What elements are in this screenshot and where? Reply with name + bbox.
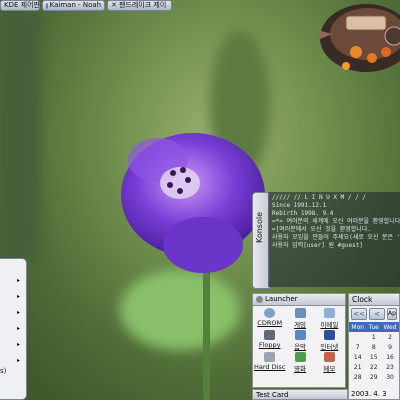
calendar-day[interactable]: 28: [349, 372, 366, 382]
calendar-day[interactable]: 1: [366, 332, 381, 342]
launcher-app-music[interactable]: 음악: [285, 330, 314, 351]
terminal-line: =*= 여러분의 세계에 오신 여러분을 환영합니다: [272, 218, 400, 225]
launcher-app-movie[interactable]: 영화: [285, 352, 314, 373]
taskbar: KDE 제어판 Kaiman - Noah ✕ 팬드레이크 제이: [0, 0, 172, 11]
launcher-titlebar[interactable]: Launcher: [253, 294, 345, 306]
launcher-panel: Launcher CDROM 게임 이메일 Floppy 음악 인터넷 Hard…: [252, 293, 346, 388]
taskbar-item-kaiman[interactable]: Kaiman - Noah: [42, 0, 106, 11]
calendar-day[interactable]: 21: [349, 362, 366, 372]
calendar-day[interactable]: 2: [381, 332, 399, 342]
weekday-header: Tue: [366, 322, 382, 332]
calendar-day[interactable]: 15: [366, 352, 381, 362]
calendar-day[interactable]: 29: [366, 372, 381, 382]
app-label: 음악: [294, 343, 307, 351]
test-card-panel[interactable]: Test Card: [252, 389, 348, 400]
clock-panel: Clock << < Ap Mon Tue Wed 1 2 7 8 9 14 1…: [348, 293, 400, 400]
taskbar-item-label: 팬드레이크 제이: [118, 1, 167, 9]
submenu-arrow-icon: ▸: [16, 325, 20, 332]
calendar-day[interactable]: 14: [349, 352, 366, 362]
terminal-line: Rebirth 1998. 9.4: [272, 210, 334, 217]
kaiman-icon: [46, 2, 48, 9]
terminal-line: 사용자 입력[user] 원 #guest]: [272, 242, 363, 249]
weekday-header: Mon: [349, 322, 367, 332]
taskbar-item-kde-control[interactable]: KDE 제어판: [0, 0, 40, 11]
menu-item-label: s): [0, 367, 7, 375]
app-label: Hard Disc: [254, 363, 286, 371]
music-icon: [294, 330, 306, 340]
launcher-icon: [256, 296, 263, 303]
launcher-app-games[interactable]: 게임: [285, 308, 314, 329]
clock-titlebar[interactable]: Clock: [349, 294, 399, 306]
prev-month-button[interactable]: <: [369, 308, 385, 320]
launcher-app-memo[interactable]: 메모: [315, 352, 344, 373]
calendar-day[interactable]: 23: [381, 362, 399, 372]
calendar-day[interactable]: 30: [381, 372, 399, 382]
konsole-terminal[interactable]: ///// // L I N U X M / / / Since 1991.12…: [268, 192, 400, 287]
prev-year-button[interactable]: <<: [351, 308, 367, 320]
terminal-line: =[여러분에서 오신 것을 환영합니다.: [272, 226, 371, 233]
calendar-nav: << < Ap: [349, 306, 399, 322]
launcher-app-floppy[interactable]: Floppy: [254, 330, 285, 351]
terminal-line: ///// // L I N U X M / / /: [272, 194, 366, 201]
launcher-app-email[interactable]: 이메일: [315, 308, 344, 329]
app-label: Floppy: [258, 341, 281, 349]
konsole-tab-label: Konsole: [255, 211, 264, 243]
cdrom-icon: [264, 308, 276, 318]
launcher-title: Launcher: [265, 295, 298, 303]
month-selector[interactable]: Ap: [387, 308, 397, 320]
wallpaper-shadow: [0, 0, 40, 260]
email-icon: [323, 308, 335, 318]
submenu-arrow-icon: ▸: [16, 293, 20, 300]
submenu-arrow-icon: ▸: [16, 357, 20, 364]
current-date: 2003. 4. 3: [351, 390, 387, 398]
app-label: 인터넷: [320, 343, 339, 351]
app-label: 영화: [294, 365, 307, 373]
app-label: 메모: [323, 365, 336, 373]
launcher-grid: CDROM 게임 이메일 Floppy 음악 인터넷 Hard Disc 영화: [253, 306, 345, 375]
calendar-day[interactable]: 22: [366, 362, 381, 372]
terminal-line: 사용자 모임을 만들어 주세요(새로 오신 분은 'new'를: [272, 234, 400, 241]
movie-icon: [294, 352, 306, 362]
media-player-widget[interactable]: [316, 0, 400, 82]
floppy-icon: [264, 330, 276, 340]
clock-title: Clock: [352, 295, 373, 304]
launcher-app-cdrom[interactable]: CDROM: [254, 308, 285, 329]
calendar-day[interactable]: 8: [366, 342, 381, 352]
submenu-arrow-icon: ▸: [16, 341, 20, 348]
submenu-arrow-icon: ▸: [16, 309, 20, 316]
taskbar-item-label: KDE 제어판: [4, 1, 40, 9]
taskbar-item-label: Kaiman - Noah: [49, 1, 102, 9]
calendar-day[interactable]: 9: [381, 342, 399, 352]
weekday-header: Wed: [381, 322, 399, 332]
app-label: 이메일: [320, 321, 339, 329]
calendar-grid: Mon Tue Wed 1 2 7 8 9 14 15 16 21 22 23 …: [349, 322, 399, 382]
launcher-app-harddisc[interactable]: Hard Disc: [254, 352, 285, 373]
calendar-day[interactable]: 16: [381, 352, 399, 362]
launcher-app-internet[interactable]: 인터넷: [315, 330, 344, 351]
terminal-line: Since 1991.12.1: [272, 202, 327, 209]
memo-icon: [323, 352, 335, 362]
calendar-day[interactable]: 7: [349, 342, 366, 352]
internet-icon: [323, 330, 335, 340]
hard-disk-icon: [264, 352, 276, 362]
calendar-day[interactable]: [349, 332, 366, 342]
games-icon: [294, 308, 306, 318]
app-label: CDROM: [257, 319, 283, 327]
test-card-label: Test Card: [256, 391, 289, 399]
submenu-arrow-icon: ▸: [16, 277, 20, 284]
taskbar-item-mandrake[interactable]: ✕ 팬드레이크 제이: [107, 0, 172, 11]
left-side-menu[interactable]: ▸ ▸ ▸ ▸ ▸ ▸ s): [0, 258, 27, 400]
app-label: 게임: [294, 321, 307, 329]
x-icon: ✕: [111, 1, 117, 9]
